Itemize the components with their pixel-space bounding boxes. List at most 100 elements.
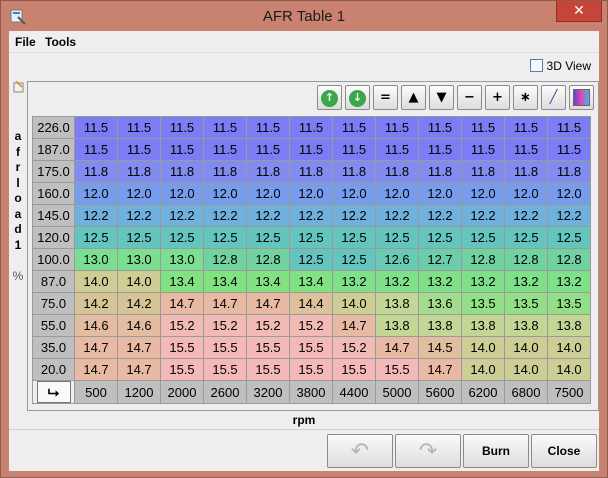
table-cell[interactable]: 11.8 — [74, 160, 118, 183]
table-cell[interactable]: 14.6 — [117, 314, 161, 337]
add-button[interactable]: + — [485, 85, 510, 110]
y-axis-value[interactable]: 120.0 — [32, 226, 75, 249]
table-cell[interactable]: 13.6 — [418, 292, 462, 315]
table-cell[interactable]: 12.2 — [74, 204, 118, 227]
table-cell[interactable]: 12.0 — [461, 182, 505, 205]
table-cell[interactable]: 11.8 — [418, 160, 462, 183]
table-cell[interactable]: 13.8 — [375, 292, 419, 315]
table-cell[interactable]: 15.2 — [289, 314, 333, 337]
table-cell[interactable]: 12.5 — [332, 226, 376, 249]
table-cell[interactable]: 14.7 — [203, 292, 247, 315]
pencil-button[interactable]: ╱ — [541, 85, 566, 110]
table-cell[interactable]: 14.0 — [547, 336, 591, 359]
table-cell[interactable]: 12.2 — [203, 204, 247, 227]
table-cell[interactable]: 11.5 — [203, 116, 247, 139]
table-cell[interactable]: 11.5 — [504, 116, 548, 139]
table-cell[interactable]: 14.0 — [332, 292, 376, 315]
table-cell[interactable]: 11.8 — [461, 160, 505, 183]
table-cell[interactable]: 14.0 — [461, 358, 505, 381]
x-axis-value[interactable]: 6800 — [504, 380, 548, 404]
table-cell[interactable]: 15.5 — [203, 358, 247, 381]
table-cell[interactable]: 11.5 — [74, 138, 118, 161]
table-cell[interactable]: 12.5 — [332, 248, 376, 271]
table-cell[interactable]: 11.5 — [246, 116, 290, 139]
table-cell[interactable]: 14.0 — [461, 336, 505, 359]
view-3d-toggle[interactable]: 3D View — [529, 59, 591, 73]
table-cell[interactable]: 12.2 — [418, 204, 462, 227]
table-cell[interactable]: 11.8 — [289, 160, 333, 183]
table-cell[interactable]: 11.8 — [203, 160, 247, 183]
table-cell[interactable]: 11.5 — [461, 138, 505, 161]
table-cell[interactable]: 12.5 — [461, 226, 505, 249]
menu-file[interactable]: File — [15, 35, 36, 49]
y-axis-value[interactable]: 187.0 — [32, 138, 75, 161]
table-cell[interactable]: 12.2 — [504, 204, 548, 227]
color-button[interactable] — [569, 85, 594, 110]
table-cell[interactable]: 13.4 — [160, 270, 204, 293]
table-cell[interactable]: 13.0 — [117, 248, 161, 271]
table-cell[interactable]: 13.5 — [504, 292, 548, 315]
table-cell[interactable]: 15.2 — [160, 314, 204, 337]
table-cell[interactable]: 13.0 — [74, 248, 118, 271]
table-cell[interactable]: 11.5 — [375, 138, 419, 161]
table-cell[interactable]: 11.8 — [246, 160, 290, 183]
x-axis-value[interactable]: 5600 — [418, 380, 462, 404]
table-cell[interactable]: 15.5 — [160, 336, 204, 359]
table-cell[interactable]: 13.4 — [246, 270, 290, 293]
table-cell[interactable]: 13.8 — [547, 314, 591, 337]
table-cell[interactable]: 15.2 — [246, 314, 290, 337]
table-cell[interactable]: 11.8 — [504, 160, 548, 183]
table-cell[interactable]: 12.5 — [289, 226, 333, 249]
table-cell[interactable]: 12.2 — [289, 204, 333, 227]
table-cell[interactable]: 12.0 — [246, 182, 290, 205]
rotate-up-button[interactable]: ↑ — [317, 85, 342, 110]
x-axis-value[interactable]: 3800 — [289, 380, 333, 404]
table-cell[interactable]: 15.5 — [246, 358, 290, 381]
y-axis-value[interactable]: 145.0 — [32, 204, 75, 227]
multiply-button[interactable]: ∗ — [513, 85, 538, 110]
table-cell[interactable]: 15.5 — [289, 358, 333, 381]
table-cell[interactable]: 12.0 — [160, 182, 204, 205]
table-cell[interactable]: 13.2 — [547, 270, 591, 293]
table-cell[interactable]: 11.5 — [74, 116, 118, 139]
table-cell[interactable]: 12.2 — [160, 204, 204, 227]
table-cell[interactable]: 13.2 — [418, 270, 462, 293]
table-cell[interactable]: 14.4 — [289, 292, 333, 315]
y-axis-value[interactable]: 100.0 — [32, 248, 75, 271]
table-cell[interactable]: 15.5 — [203, 336, 247, 359]
table-cell[interactable]: 12.5 — [547, 226, 591, 249]
table-cell[interactable]: 11.8 — [547, 160, 591, 183]
x-axis-value[interactable]: 2000 — [160, 380, 204, 404]
table-cell[interactable]: 12.2 — [332, 204, 376, 227]
burn-button[interactable]: Burn — [463, 434, 529, 468]
table-cell[interactable]: 12.5 — [375, 226, 419, 249]
table-cell[interactable]: 11.5 — [117, 116, 161, 139]
table-cell[interactable]: 14.0 — [74, 270, 118, 293]
table-cell[interactable]: 12.0 — [547, 182, 591, 205]
table-cell[interactable]: 14.7 — [74, 336, 118, 359]
y-axis-value[interactable]: 55.0 — [32, 314, 75, 337]
x-axis-value[interactable]: 2600 — [203, 380, 247, 404]
decrement-button[interactable]: ▼ — [429, 85, 454, 110]
table-cell[interactable]: 11.5 — [332, 138, 376, 161]
table-cell[interactable]: 12.6 — [375, 248, 419, 271]
table-cell[interactable]: 12.2 — [117, 204, 161, 227]
table-cell[interactable]: 13.2 — [332, 270, 376, 293]
table-cell[interactable]: 11.5 — [418, 116, 462, 139]
close-button[interactable]: Close — [531, 434, 597, 468]
x-axis-value[interactable]: 1200 — [117, 380, 161, 404]
table-cell[interactable]: 12.7 — [418, 248, 462, 271]
table-cell[interactable]: 14.7 — [117, 336, 161, 359]
table-cell[interactable]: 12.8 — [246, 248, 290, 271]
table-cell[interactable]: 12.5 — [504, 226, 548, 249]
y-axis-value[interactable]: 75.0 — [32, 292, 75, 315]
table-cell[interactable]: 12.5 — [289, 248, 333, 271]
table-cell[interactable]: 14.7 — [375, 336, 419, 359]
table-cell[interactable]: 12.8 — [504, 248, 548, 271]
table-cell[interactable]: 14.0 — [504, 336, 548, 359]
x-axis-value[interactable]: 500 — [74, 380, 118, 404]
table-cell[interactable]: 13.2 — [461, 270, 505, 293]
rotate-down-button[interactable]: ↓ — [345, 85, 370, 110]
table-cell[interactable]: 12.8 — [547, 248, 591, 271]
table-cell[interactable]: 14.7 — [332, 314, 376, 337]
